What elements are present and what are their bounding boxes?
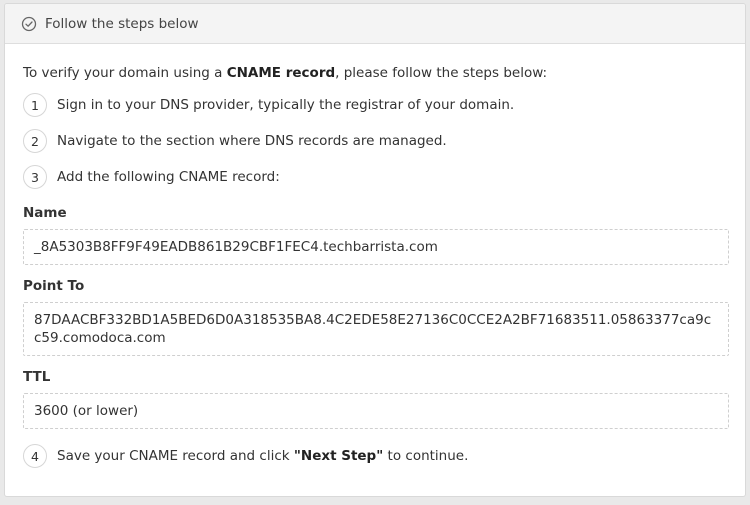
verification-panel: Follow the steps below To verify your do… — [4, 3, 746, 497]
intro-bold: CNAME record — [226, 65, 336, 81]
step-text: Navigate to the section where DNS record… — [57, 133, 447, 149]
intro-text: To verify your domain using a CNAME reco… — [23, 64, 727, 82]
ttl-value-box[interactable]: 3600 (or lower) — [23, 393, 729, 429]
name-label: Name — [23, 205, 67, 221]
step-text: Save your CNAME record and click "Next S… — [57, 448, 468, 464]
check-circle-icon — [21, 16, 37, 32]
panel-title: Follow the steps below — [45, 15, 199, 32]
step-number-badge: 1 — [23, 93, 47, 117]
step4-prefix: Save your CNAME record and click — [57, 448, 294, 464]
ttl-label: TTL — [23, 369, 51, 385]
step-number-badge: 2 — [23, 129, 47, 153]
step-text: Add the following CNAME record: — [57, 169, 280, 185]
step-1: 1 Sign in to your DNS provider, typicall… — [23, 92, 727, 118]
step-4: 4 Save your CNAME record and click "Next… — [23, 443, 727, 469]
panel-body: To verify your domain using a CNAME reco… — [5, 44, 745, 469]
step-number-badge: 4 — [23, 444, 47, 468]
step-number-badge: 3 — [23, 165, 47, 189]
step-2: 2 Navigate to the section where DNS reco… — [23, 128, 727, 154]
intro-suffix: , please follow the steps below: — [335, 65, 548, 81]
point-to-value-box[interactable]: 87DAACBF332BD1A5BED6D0A318535BA8.4C2EDE5… — [23, 302, 729, 356]
point-to-label: Point To — [23, 278, 85, 294]
panel-header: Follow the steps below — [5, 4, 745, 44]
step-text: Sign in to your DNS provider, typically … — [57, 97, 515, 113]
step4-suffix: to continue. — [383, 448, 469, 464]
next-step-reference: "Next Step" — [293, 448, 384, 464]
step-3: 3 Add the following CNAME record: — [23, 164, 727, 190]
name-value-box[interactable]: _8A5303B8FF9F49EADB861B29CBF1FEC4.techba… — [23, 229, 729, 265]
intro-prefix: To verify your domain using a — [23, 65, 227, 81]
